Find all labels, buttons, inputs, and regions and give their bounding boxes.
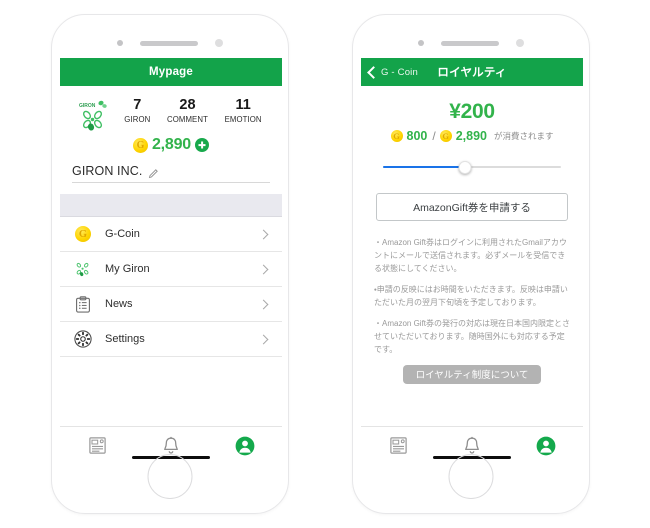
phone-top-hardware-right bbox=[353, 37, 589, 49]
giron-flower-logo-icon: GIRON bbox=[70, 97, 116, 131]
giron-flower-icon bbox=[72, 261, 94, 278]
menu-item-label: Settings bbox=[105, 333, 145, 345]
menu-item-g-coin[interactable]: G G-Coin bbox=[60, 217, 282, 252]
chevron-right-icon bbox=[258, 229, 269, 239]
person-profile-icon[interactable] bbox=[526, 433, 566, 459]
phone-device-left: Mypage GIRON 7 GIRON 28 COMMENT 11 EMOTI… bbox=[51, 14, 289, 514]
chevron-right-icon bbox=[258, 264, 269, 274]
menu-item-my-giron[interactable]: My Giron bbox=[60, 252, 282, 287]
coin-amount-slider[interactable] bbox=[383, 159, 561, 175]
slider-thumb-icon[interactable] bbox=[458, 160, 472, 174]
plus-circle-icon[interactable] bbox=[195, 138, 210, 152]
spend-summary-row: G 800 / G 2,890 が消費されます bbox=[361, 129, 583, 143]
stat-label: GIRON bbox=[124, 114, 151, 124]
phone-top-hardware-left bbox=[52, 37, 288, 49]
camera-dot-icon bbox=[418, 40, 424, 46]
menu-item-settings[interactable]: Settings bbox=[60, 322, 282, 357]
screen-left: Mypage GIRON 7 GIRON 28 COMMENT 11 EMOTI… bbox=[60, 58, 282, 464]
camera-dot-icon bbox=[117, 40, 123, 46]
speaker-grille-icon bbox=[441, 40, 499, 46]
proximity-sensor-icon bbox=[215, 39, 223, 47]
news-document-icon[interactable] bbox=[77, 433, 117, 459]
menu-item-label: G-Coin bbox=[105, 228, 140, 240]
pencil-edit-icon[interactable] bbox=[148, 166, 159, 178]
news-document-icon[interactable] bbox=[378, 433, 418, 459]
stat-giron: 7 GIRON bbox=[124, 97, 150, 124]
menu-list: G G-Coin My Giron News Settings bbox=[60, 217, 282, 357]
note-item: ・Amazon Gift券の発行の対応は現在日本国内限定とさせていただいておりま… bbox=[374, 318, 571, 354]
menu-item-label: News bbox=[105, 298, 133, 310]
chevron-right-icon bbox=[258, 334, 269, 344]
note-item: ・申請の反映にはお時間をいただきます。反映は申請いただいた月の翌月下旬頃を予定し… bbox=[374, 284, 568, 307]
stat-emotion: 11 EMOTION bbox=[225, 97, 262, 124]
company-name-row[interactable]: GIRON INC. bbox=[72, 164, 270, 183]
app-header-mypage: Mypage bbox=[60, 58, 282, 86]
home-button-icon[interactable] bbox=[147, 454, 193, 499]
page-title: Mypage bbox=[148, 66, 194, 78]
back-label: G - Coin bbox=[381, 66, 418, 78]
company-name: GIRON INC. bbox=[72, 164, 143, 178]
total-balance-value: 2,890 bbox=[455, 129, 487, 143]
person-profile-icon[interactable] bbox=[225, 433, 265, 459]
proximity-sensor-icon bbox=[516, 39, 524, 47]
coin-balance-row: G 2,890 bbox=[60, 136, 282, 154]
g-coin-icon: G bbox=[132, 137, 148, 153]
screen-right: G - Coin ロイヤルティ ¥200 G 800 / G 2,890 が消費… bbox=[361, 58, 583, 464]
coin-balance-value: 2,890 bbox=[151, 136, 192, 153]
slider-fill bbox=[383, 165, 465, 169]
app-header-loyalty: G - Coin ロイヤルティ bbox=[361, 58, 583, 86]
yen-amount-value: ¥200 bbox=[449, 100, 495, 123]
stat-label: COMMENT bbox=[166, 114, 208, 124]
loyalty-info-button[interactable]: ロイヤルティ制度について bbox=[403, 364, 541, 384]
gear-settings-icon bbox=[72, 330, 94, 348]
page-title: ロイヤルティ bbox=[437, 67, 507, 79]
stat-value: 28 bbox=[179, 97, 196, 113]
clipboard-news-icon bbox=[72, 295, 94, 313]
stats-group: 7 GIRON 28 COMMENT 11 EMOTION bbox=[116, 97, 272, 124]
g-coin-icon: G bbox=[72, 226, 94, 242]
notes-list: ・Amazon Gift券はログインに利用されたGmailアカウントにメールで送… bbox=[374, 237, 570, 357]
home-button-icon[interactable] bbox=[448, 454, 494, 499]
g-coin-icon-total: G bbox=[439, 130, 452, 142]
spend-value: 800 bbox=[406, 129, 428, 143]
menu-item-news[interactable]: News bbox=[60, 287, 282, 322]
stat-value: 11 bbox=[235, 97, 251, 113]
back-button[interactable]: G - Coin bbox=[367, 58, 418, 86]
spend-suffix-text: が消費されます bbox=[493, 131, 554, 141]
chevron-left-icon bbox=[367, 65, 380, 79]
stat-value: 7 bbox=[133, 97, 142, 113]
chevron-right-icon bbox=[258, 299, 269, 309]
section-divider-band bbox=[60, 194, 282, 217]
spend-separator: / bbox=[432, 129, 436, 143]
apply-gift-button[interactable]: AmazonGift券を申請する bbox=[376, 193, 568, 221]
g-coin-icon: G bbox=[390, 130, 403, 142]
g-coin-glyph: G bbox=[75, 226, 91, 242]
profile-summary: GIRON 7 GIRON 28 COMMENT 11 EMOTION bbox=[60, 86, 282, 131]
speaker-grille-icon bbox=[140, 40, 198, 46]
svg-text:GIRON: GIRON bbox=[79, 103, 96, 109]
phone-device-right: G - Coin ロイヤルティ ¥200 G 800 / G 2,890 が消費… bbox=[352, 14, 590, 514]
stat-comment: 28 COMMENT bbox=[167, 97, 208, 124]
menu-item-label: My Giron bbox=[105, 263, 150, 275]
stat-label: EMOTION bbox=[224, 114, 262, 124]
note-item: ・Amazon Gift券はログインに利用されたGmailアカウントにメールで送… bbox=[374, 238, 567, 273]
